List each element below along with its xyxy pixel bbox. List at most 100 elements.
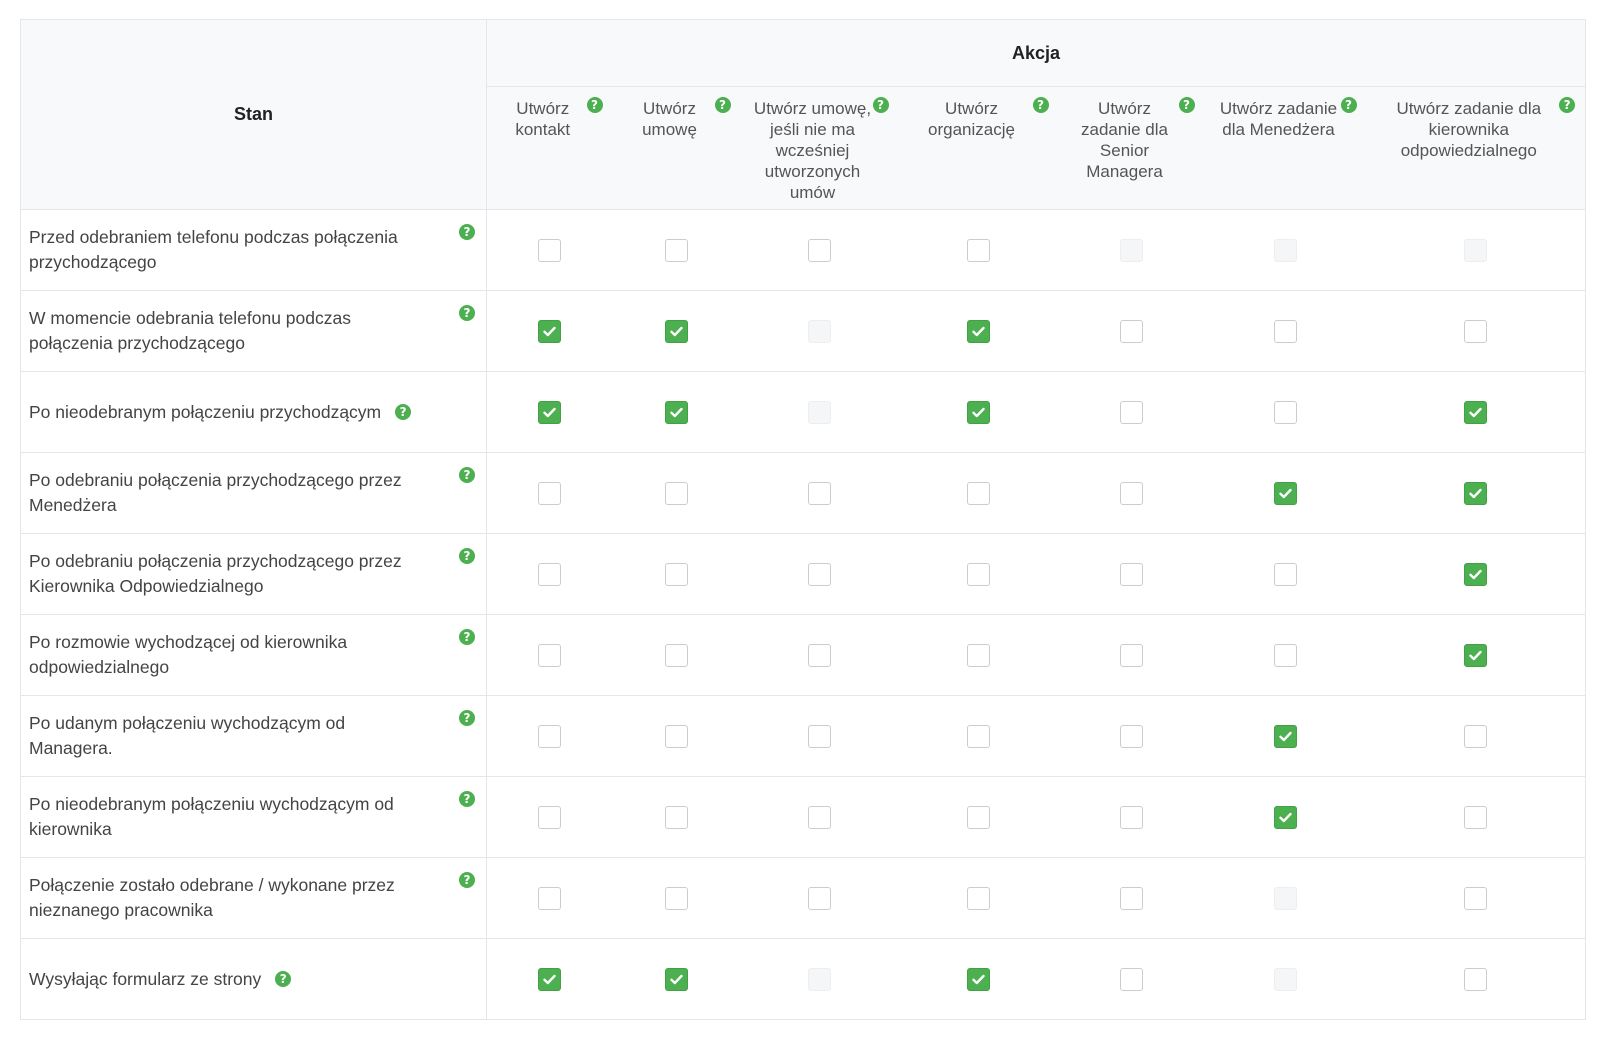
help-icon[interactable]: ? [459,872,475,888]
checkbox-unchecked[interactable] [1274,562,1297,586]
checkbox-cell [1366,209,1586,291]
checkbox-checked[interactable] [1274,724,1297,748]
help-icon[interactable]: ? [459,791,475,807]
checkbox-checked[interactable] [665,967,688,991]
checkbox-unchecked[interactable] [808,238,831,262]
checkbox-unchecked[interactable] [808,562,831,586]
checkbox-unchecked[interactable] [1274,400,1297,424]
checkbox-unchecked[interactable] [665,643,688,667]
checkbox-unchecked[interactable] [808,724,831,748]
checkbox-unchecked[interactable] [538,724,562,748]
checkbox-unchecked[interactable] [967,886,990,910]
checkbox-unchecked[interactable] [1120,319,1143,343]
help-icon[interactable]: ? [1340,97,1357,113]
checkbox-unchecked[interactable] [1120,805,1143,829]
checkbox-unchecked[interactable] [808,805,831,829]
checkbox-cell [1058,290,1205,372]
checkbox-unchecked[interactable] [665,805,688,829]
checkbox-disabled [808,400,831,424]
help-icon[interactable]: ? [714,97,731,113]
state-label: W momencie odebrania telefonu podczas po… [29,308,351,353]
checkbox-unchecked[interactable] [808,886,831,910]
checkbox-unchecked[interactable] [967,481,990,505]
checkbox-unchecked[interactable] [1464,805,1488,829]
checkbox-checked[interactable] [967,319,990,343]
checkbox-cell [1204,614,1367,696]
checkbox-unchecked[interactable] [538,643,562,667]
help-icon[interactable]: ? [872,97,889,113]
checkbox-checked[interactable] [1464,400,1488,424]
checkbox-checked[interactable] [967,400,990,424]
help-icon[interactable]: ? [1178,97,1195,113]
checkbox-cell [740,209,899,291]
checkbox-unchecked[interactable] [1120,400,1143,424]
checkbox-unchecked[interactable] [1120,724,1143,748]
checkbox-unchecked[interactable] [808,481,831,505]
checkbox-checked[interactable] [967,967,990,991]
checkbox-unchecked[interactable] [1120,643,1143,667]
help-icon[interactable]: ? [459,467,475,483]
checkbox-cell [612,209,741,291]
checkbox-checked[interactable] [1274,481,1297,505]
help-icon[interactable]: ? [395,403,412,420]
checkbox-unchecked[interactable] [1464,886,1488,910]
checkbox-checked[interactable] [1464,643,1488,667]
checkbox-checked[interactable] [665,400,688,424]
help-icon[interactable]: ? [586,97,603,113]
checkbox-unchecked[interactable] [967,238,990,262]
checkbox-checked[interactable] [1464,562,1488,586]
checkbox-checked[interactable] [1464,481,1488,505]
checkbox-unchecked[interactable] [538,238,562,262]
state-cell: Przed odebraniem telefonu podczas połącz… [20,209,487,291]
checkbox-checked[interactable] [665,319,688,343]
checkbox-unchecked[interactable] [665,238,688,262]
checkbox-unchecked[interactable] [538,805,562,829]
checkbox-cell [486,857,613,939]
state-label: Po nieodebranym połączeniu wychodzącym o… [29,794,394,839]
state-cell: Po udanym połączeniu wychodzącym od Mana… [20,695,487,777]
checkbox-disabled [1274,967,1297,991]
checkbox-unchecked[interactable] [538,481,562,505]
check-icon [1469,488,1482,498]
checkbox-checked[interactable] [538,319,562,343]
checkbox-unchecked[interactable] [967,805,990,829]
state-label: Wysyłając formularz ze strony [29,968,262,989]
checkbox-unchecked[interactable] [808,643,831,667]
state-cell: Wysyłając formularz ze strony? [20,938,487,1020]
checkbox-unchecked[interactable] [538,562,562,586]
table-row-5: Po odebraniu połączenia przychodzącego p… [20,533,1586,615]
checkbox-unchecked[interactable] [1464,967,1488,991]
checkbox-cell [740,290,899,372]
checkbox-unchecked[interactable] [967,562,990,586]
help-icon[interactable]: ? [1559,97,1576,113]
checkbox-unchecked[interactable] [967,724,990,748]
help-icon[interactable]: ? [275,970,292,987]
checkbox-unchecked[interactable] [665,481,688,505]
checkbox-unchecked[interactable] [665,886,688,910]
help-icon[interactable]: ? [459,710,475,726]
state-label: Po odebraniu połączenia przychodzącego p… [29,470,402,515]
checkbox-unchecked[interactable] [665,724,688,748]
checkbox-cell [1058,614,1205,696]
checkbox-cell [612,695,741,777]
checkbox-checked[interactable] [538,400,562,424]
checkbox-cell [1366,290,1586,372]
help-icon[interactable]: ? [459,224,475,240]
checkbox-unchecked[interactable] [538,886,562,910]
help-icon[interactable]: ? [459,548,475,564]
checkbox-unchecked[interactable] [1120,967,1143,991]
checkbox-checked[interactable] [1274,805,1297,829]
checkbox-unchecked[interactable] [1464,319,1488,343]
checkbox-checked[interactable] [538,967,562,991]
checkbox-unchecked[interactable] [1274,643,1297,667]
help-icon[interactable]: ? [1032,97,1049,113]
checkbox-unchecked[interactable] [967,643,990,667]
checkbox-unchecked[interactable] [1120,562,1143,586]
help-icon[interactable]: ? [459,305,475,321]
help-icon[interactable]: ? [459,629,475,645]
checkbox-unchecked[interactable] [665,562,688,586]
checkbox-unchecked[interactable] [1120,481,1143,505]
checkbox-unchecked[interactable] [1274,319,1297,343]
checkbox-unchecked[interactable] [1464,724,1488,748]
checkbox-unchecked[interactable] [1120,886,1143,910]
